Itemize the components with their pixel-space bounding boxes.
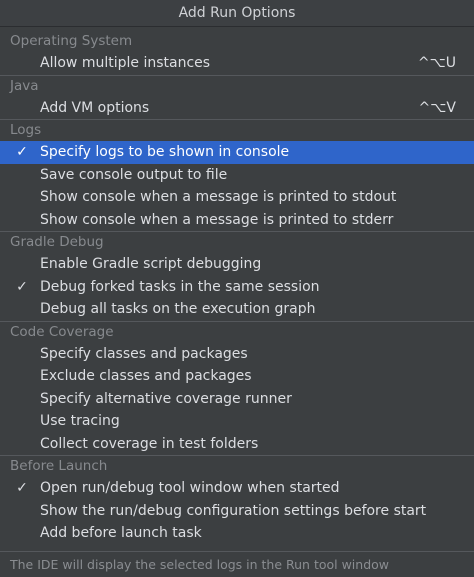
option-item[interactable]: Use tracing (0, 410, 474, 433)
option-label: Show console when a message is printed t… (40, 211, 394, 228)
option-item[interactable]: Specify classes and packages (0, 343, 474, 366)
option-label: Save console output to file (40, 166, 228, 183)
option-item[interactable]: Specify alternative coverage runner (0, 388, 474, 411)
option-group: Operating System Allow multiple instances… (0, 31, 474, 75)
option-label: Collect coverage in test folders (40, 435, 259, 452)
options-list: Operating System Allow multiple instances… (0, 31, 474, 545)
option-item[interactable]: Add before launch task (0, 522, 474, 545)
option-group: Gradle Debug Enable Gradle script debuggi… (0, 231, 474, 321)
shortcut-hint: ^⌥V (418, 99, 456, 116)
option-label: Show the run/debug configuration setting… (40, 502, 427, 519)
option-item[interactable]: ✓ Open run/debug tool window when started (0, 477, 474, 500)
option-group: Before Launch ✓ Open run/debug tool window… (0, 455, 474, 545)
popup-footer-hint: The IDE will display the selected logs i… (0, 551, 474, 577)
option-item[interactable]: Save console output to file (0, 164, 474, 187)
group-header: Before Launch (10, 458, 108, 474)
option-label: Enable Gradle script debugging (40, 256, 262, 272)
option-label: Add VM options (40, 99, 150, 116)
option-label: Specify classes and packages (40, 345, 248, 362)
option-label: Specify logs to be shown in console (40, 144, 290, 160)
option-item[interactable]: Debug all tasks on the execution graph (0, 298, 474, 321)
option-item[interactable]: Show console when a message is printed t… (0, 209, 474, 232)
checkmark-icon: ✓ (16, 278, 28, 295)
option-label: Show console when a message is printed t… (40, 189, 397, 205)
option-item[interactable]: Enable Gradle script debugging (0, 253, 474, 276)
group-header: Logs (10, 122, 42, 138)
option-item[interactable]: ✓ Specify logs to be shown in console (0, 141, 474, 164)
option-item[interactable]: Allow multiple instances ^⌥U (0, 52, 474, 75)
option-group: Code Coverage Specify classes and package… (0, 320, 474, 456)
option-label: Exclude classes and packages (40, 368, 252, 384)
option-item[interactable]: ✓ Debug forked tasks in the same session (0, 276, 474, 299)
option-item[interactable]: Add VM options ^⌥V (0, 97, 474, 120)
option-label: Debug forked tasks in the same session (40, 278, 320, 295)
option-label: Allow multiple instances (40, 55, 211, 71)
option-label: Use tracing (40, 413, 120, 429)
option-group: Logs ✓ Specify logs to be shown in console… (0, 119, 474, 231)
group-header: Operating System (10, 33, 133, 49)
option-group: Java Add VM options ^⌥V (0, 74, 474, 120)
checkmark-icon: ✓ (16, 144, 28, 160)
shortcut-hint: ^⌥U (417, 55, 456, 71)
group-header: Java (10, 77, 39, 94)
option-item[interactable]: Exclude classes and packages (0, 365, 474, 388)
option-label: Specify alternative coverage runner (40, 390, 292, 407)
popup-title: Add Run Options (0, 0, 474, 27)
option-item[interactable]: Show the run/debug configuration setting… (0, 500, 474, 523)
group-header: Code Coverage (10, 323, 114, 340)
option-label: Debug all tasks on the execution graph (40, 301, 316, 317)
add-run-options-popup: Add Run Options Operating System Allow mu… (0, 0, 474, 577)
checkmark-icon: ✓ (16, 480, 28, 496)
option-item[interactable]: Collect coverage in test folders (0, 433, 474, 456)
option-label: Add before launch task (40, 525, 202, 541)
option-label: Open run/debug tool window when started (40, 480, 340, 496)
option-item[interactable]: Show console when a message is printed t… (0, 186, 474, 209)
group-header: Gradle Debug (10, 234, 104, 250)
